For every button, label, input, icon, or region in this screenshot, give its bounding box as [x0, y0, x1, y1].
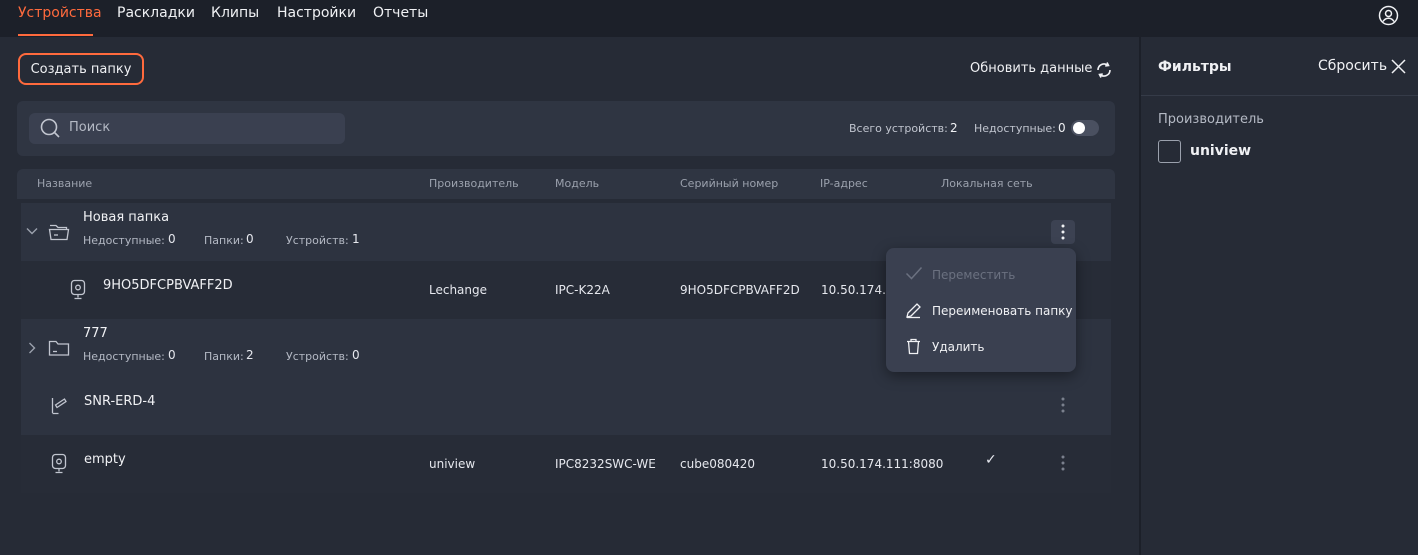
column-name[interactable]: Название	[37, 177, 92, 190]
camera-icon	[70, 279, 86, 300]
device-model: IPC8232SWC-WE	[555, 457, 656, 471]
folder-folders-value: 0	[246, 232, 254, 246]
local-network-check-icon: ✓	[985, 452, 997, 468]
folder-icon	[48, 340, 70, 356]
folder-devices-value: 0	[352, 348, 360, 362]
folder-folders-value: 2	[246, 348, 254, 362]
chevron-right-icon[interactable]	[28, 342, 36, 354]
folder-open-icon	[48, 224, 70, 241]
device-ip: 10.50.174.111:8080	[821, 457, 944, 471]
profile-icon[interactable]	[1378, 5, 1399, 26]
device-manufacturer: Lechange	[429, 283, 488, 297]
uniview-checkbox[interactable]	[1158, 140, 1181, 163]
device-name: empty	[84, 452, 126, 467]
tab-devices[interactable]: Устройства	[18, 5, 102, 21]
refresh-icon[interactable]	[1094, 59, 1114, 81]
unavailable-toggle[interactable]	[1071, 120, 1099, 136]
column-serial[interactable]: Серийный номер	[680, 177, 778, 190]
menu-delete[interactable]: Удалить	[932, 340, 985, 354]
trash-icon	[907, 338, 920, 355]
tab-layouts[interactable]: Раскладки	[117, 5, 195, 21]
pencil-icon	[906, 303, 921, 319]
folder-folders-label: Папки:	[204, 350, 244, 363]
chevron-down-icon[interactable]	[26, 227, 38, 235]
unavailable-value: 0	[1058, 121, 1066, 135]
reset-filters-button[interactable]: Сбросить	[1318, 58, 1387, 74]
folder-devices-label: Устройств:	[286, 234, 349, 247]
folder-name: Новая папка	[83, 210, 170, 225]
uniview-checkbox-label[interactable]: uniview	[1190, 143, 1251, 159]
device-name: 9HO5DFCPBVAFF2D	[103, 278, 233, 293]
tab-clips[interactable]: Клипы	[211, 5, 259, 21]
tab-reports[interactable]: Отчеты	[373, 5, 428, 21]
more-options-icon[interactable]	[1051, 451, 1075, 475]
column-local-network[interactable]: Локальная сеть	[941, 177, 1033, 190]
more-options-icon[interactable]	[1051, 393, 1075, 417]
controller-icon	[51, 398, 67, 415]
folder-unavailable-value: 0	[168, 232, 176, 246]
device-manufacturer: uniview	[429, 457, 476, 471]
folder-unavailable-label: Недоступные:	[83, 234, 165, 247]
device-serial: cube080420	[680, 457, 756, 471]
device-name: SNR-ERD-4	[84, 394, 156, 409]
folder-unavailable-value: 0	[168, 348, 176, 362]
active-tab-indicator	[18, 34, 93, 36]
folder-name: 777	[83, 326, 108, 341]
check-icon	[905, 266, 923, 280]
total-devices-label: Всего устройств:	[849, 122, 948, 135]
column-ip[interactable]: IP-адрес	[820, 177, 868, 190]
close-icon[interactable]	[1391, 59, 1406, 74]
column-manufacturer[interactable]: Производитель	[429, 177, 519, 190]
filters-title: Фильтры	[1158, 59, 1232, 75]
menu-move: Переместить	[932, 268, 1016, 282]
toggle-knob	[1073, 122, 1085, 134]
total-devices-value: 2	[950, 121, 958, 135]
create-folder-button[interactable]: Создать папку	[18, 53, 144, 85]
device-serial: 9HO5DFCPBVAFF2D	[680, 283, 800, 297]
table-row-device[interactable]	[21, 377, 1111, 435]
unavailable-label: Недоступные:	[974, 122, 1056, 135]
device-model: IPC-K22A	[555, 283, 610, 297]
tab-settings[interactable]: Настройки	[277, 5, 356, 21]
folder-devices-label: Устройств:	[286, 350, 349, 363]
search-placeholder: Поиск	[69, 120, 111, 135]
sidebar-divider	[1141, 95, 1418, 96]
folder-folders-label: Папки:	[204, 234, 244, 247]
search-icon	[40, 118, 60, 138]
menu-rename-folder[interactable]: Переименовать папку	[932, 304, 1073, 318]
column-model[interactable]: Модель	[555, 177, 599, 190]
camera-icon	[51, 453, 67, 474]
folder-devices-value: 1	[352, 232, 360, 246]
more-options-icon[interactable]	[1051, 220, 1075, 244]
folder-unavailable-label: Недоступные:	[83, 350, 165, 363]
manufacturer-filter-label: Производитель	[1158, 112, 1264, 127]
refresh-data-button[interactable]: Обновить данные	[970, 61, 1092, 76]
